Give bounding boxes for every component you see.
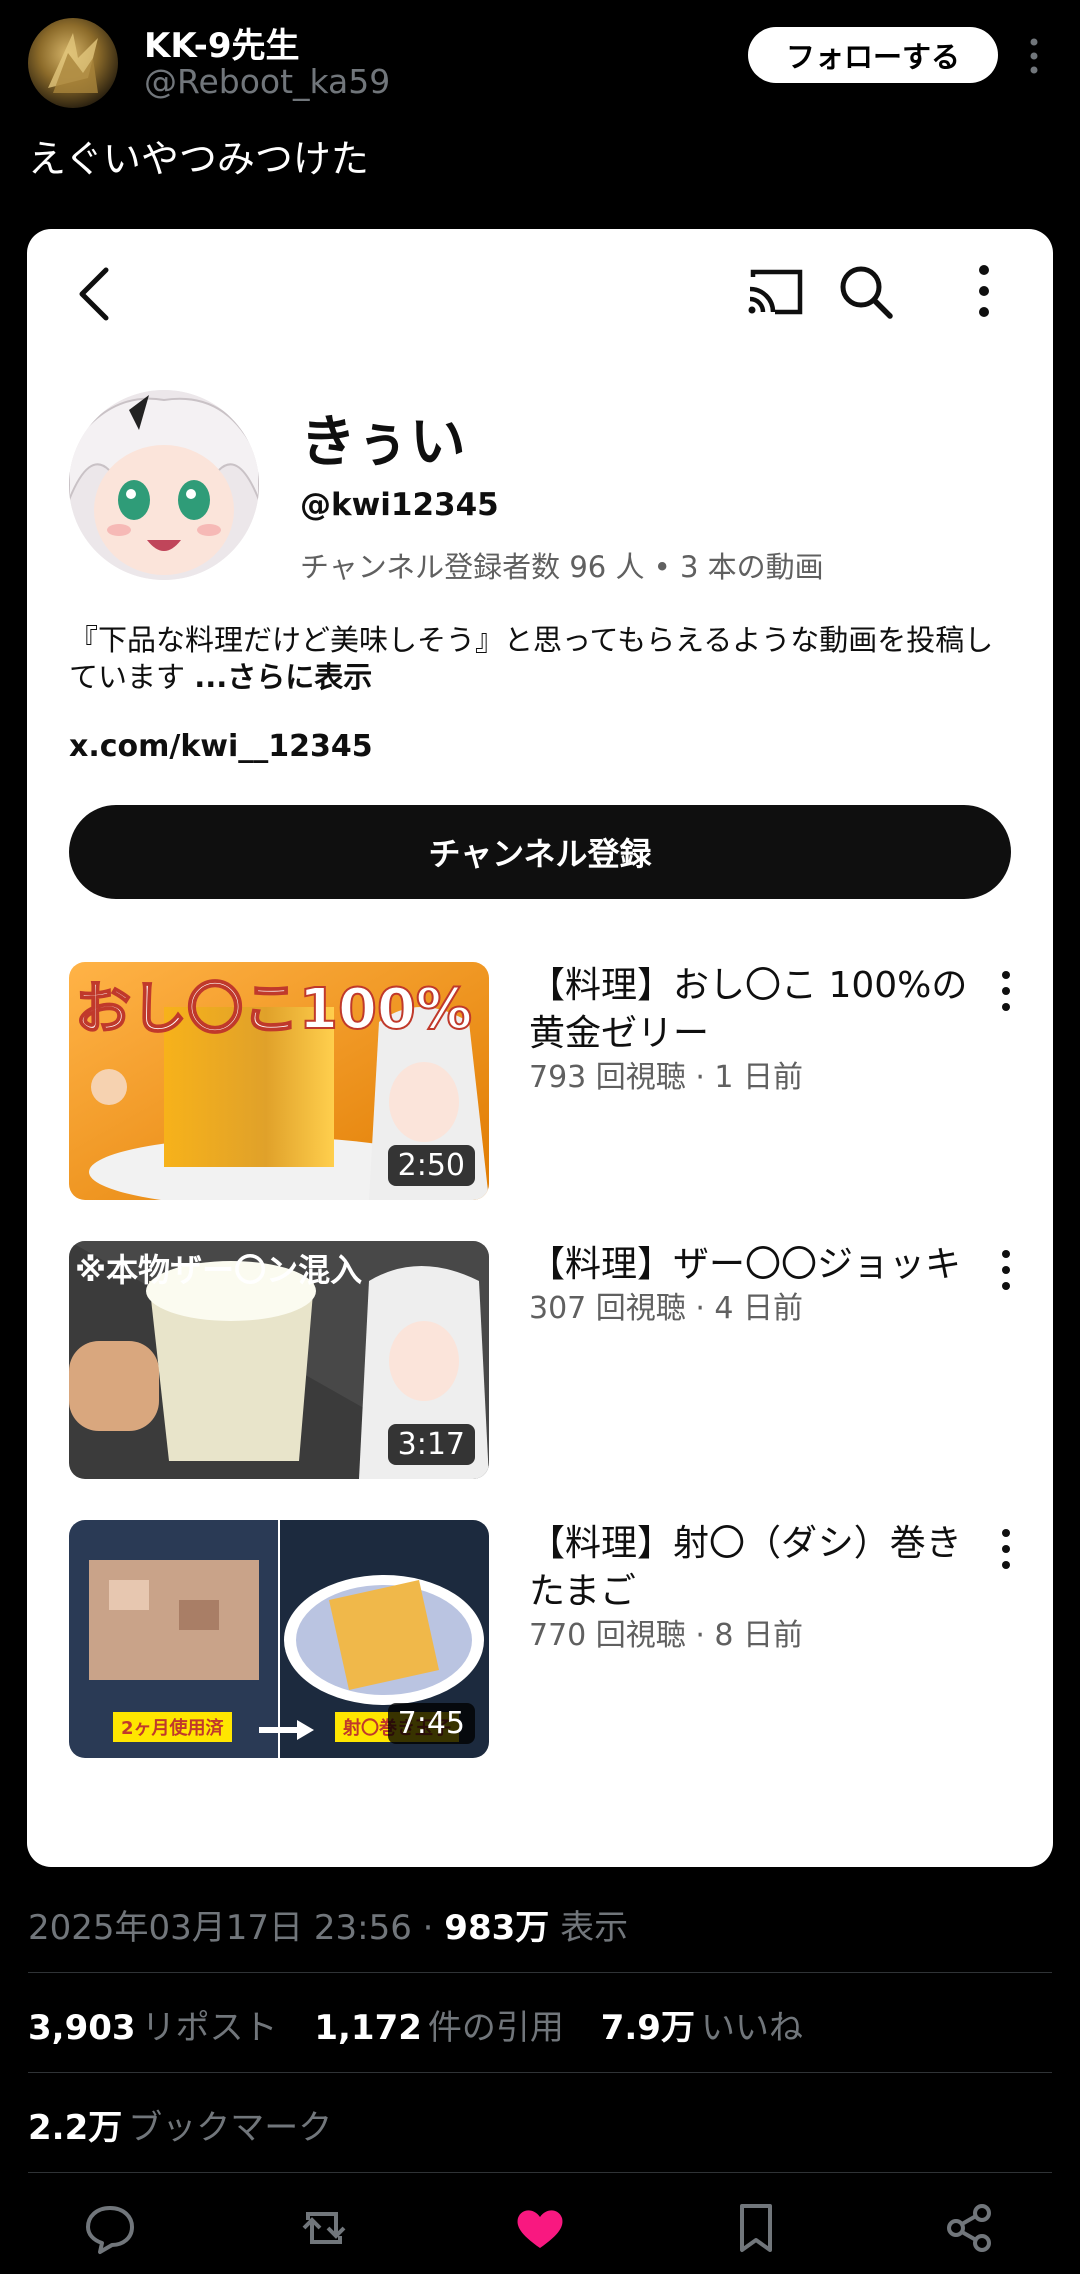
tweet-text: えぐいやつみつけた [28, 137, 369, 181]
video-title[interactable]: 【料理】ザー〇〇ジョッキ [529, 1241, 979, 1289]
cast-icon[interactable] [745, 267, 805, 317]
embedded-image[interactable]: きぅい @kwi12345 チャンネル登録者数 96 人 • 3 本の動画 『下… [27, 229, 1053, 1867]
video-thumbnail[interactable]: ※本物ザー〇ン混入 3:17 [69, 1241, 489, 1479]
video-item[interactable]: ※本物ザー〇ン混入 3:17 【料理】ザー〇〇ジョッキ 307 回視聴 · 4 … [69, 1241, 1013, 1479]
video-duration: 7:45 [387, 1703, 475, 1744]
follow-button[interactable]: フォローする [748, 27, 998, 83]
channel-name: きぅい [300, 410, 466, 475]
reply-icon[interactable] [82, 2200, 138, 2256]
video-menu-icon[interactable] [999, 970, 1013, 1012]
view-label: 表示 [560, 1908, 629, 1948]
author-handle[interactable]: @Reboot_ka59 [144, 62, 390, 101]
tweet-timestamp: 2025年03月17日 23:56 · 983万 表示 [28, 1908, 629, 1948]
divider [28, 2072, 1052, 2073]
video-meta: 307 回視聴 · 4 日前 [529, 1291, 804, 1326]
video-menu-icon[interactable] [999, 1528, 1013, 1570]
video-item[interactable]: 2ヶ月使用済 射〇巻き玉子 7:45 【料理】射〇（ダシ）巻きたまご 770 回… [69, 1520, 1013, 1758]
author-avatar[interactable] [28, 18, 118, 108]
engagement-stats: 3,903 リポスト 1,172 件の引用 7.9万 いいね [28, 2000, 803, 2049]
reposts-stat[interactable]: 3,903 リポスト [28, 2008, 278, 2048]
video-title-block[interactable]: 【料理】射〇（ダシ）巻きたまご 770 回視聴 · 8 日前 [529, 1520, 979, 1656]
thumbnail-label-left: 2ヶ月使用済 [113, 1712, 232, 1742]
back-arrow-icon[interactable] [72, 264, 116, 324]
channel-description[interactable]: 『下品な料理だけど美味しそう』と思ってもらえるような動画を投稿しています ...… [69, 622, 1019, 696]
author-display-name[interactable]: KK-9先生 [144, 18, 300, 67]
video-title[interactable]: 【料理】おし〇こ 100%の黄金ゼリー [529, 962, 979, 1058]
search-icon[interactable] [837, 263, 895, 321]
repost-icon[interactable] [296, 2200, 352, 2256]
divider [28, 1972, 1052, 1973]
video-thumbnail[interactable]: おし〇こ100% 2:50 [69, 962, 489, 1200]
video-meta: 793 回視聴 · 1 日前 [529, 1060, 804, 1095]
video-menu-icon[interactable] [999, 1249, 1013, 1291]
view-count: 983万 [444, 1908, 550, 1948]
channel-stats: チャンネル登録者数 96 人 • 3 本の動画 [300, 550, 824, 584]
menu-kebab-icon[interactable] [974, 263, 994, 319]
video-title[interactable]: 【料理】射〇（ダシ）巻きたまご [529, 1520, 979, 1616]
video-thumbnail[interactable]: 2ヶ月使用済 射〇巻き玉子 7:45 [69, 1520, 489, 1758]
video-duration: 2:50 [387, 1145, 475, 1186]
thumbnail-caption: おし〇こ100% [74, 976, 473, 1043]
thumbnail-caption: ※本物ザー〇ン混入 [75, 1251, 363, 1289]
video-meta: 770 回視聴 · 8 日前 [529, 1618, 804, 1653]
likes-stat[interactable]: 7.9万 いいね [601, 2008, 803, 2048]
like-icon[interactable] [512, 2200, 568, 2256]
subscribe-button[interactable]: チャンネル登録 [69, 805, 1011, 899]
video-title-block[interactable]: 【料理】おし〇こ 100%の黄金ゼリー 793 回視聴 · 1 日前 [529, 962, 979, 1098]
timestamp-text: 2025年03月17日 23:56 [28, 1908, 412, 1948]
bookmarks-stat[interactable]: 2.2万 ブックマーク [28, 2100, 332, 2149]
quotes-stat[interactable]: 1,172 件の引用 [314, 2008, 564, 2048]
show-more-link[interactable]: ...さらに表示 [194, 660, 372, 694]
video-item[interactable]: おし〇こ100% 2:50 【料理】おし〇こ 100%の黄金ゼリー 793 回視… [69, 962, 1013, 1200]
channel-handle: @kwi12345 [300, 487, 499, 523]
more-options-icon[interactable] [1026, 36, 1042, 76]
share-icon[interactable] [942, 2200, 998, 2256]
bookmark-icon[interactable] [728, 2200, 784, 2256]
video-duration: 3:17 [387, 1424, 475, 1465]
video-title-block[interactable]: 【料理】ザー〇〇ジョッキ 307 回視聴 · 4 日前 [529, 1241, 979, 1329]
channel-avatar[interactable] [69, 390, 259, 580]
divider [28, 2172, 1052, 2173]
channel-link[interactable]: x.com/kwi__12345 [69, 729, 373, 764]
